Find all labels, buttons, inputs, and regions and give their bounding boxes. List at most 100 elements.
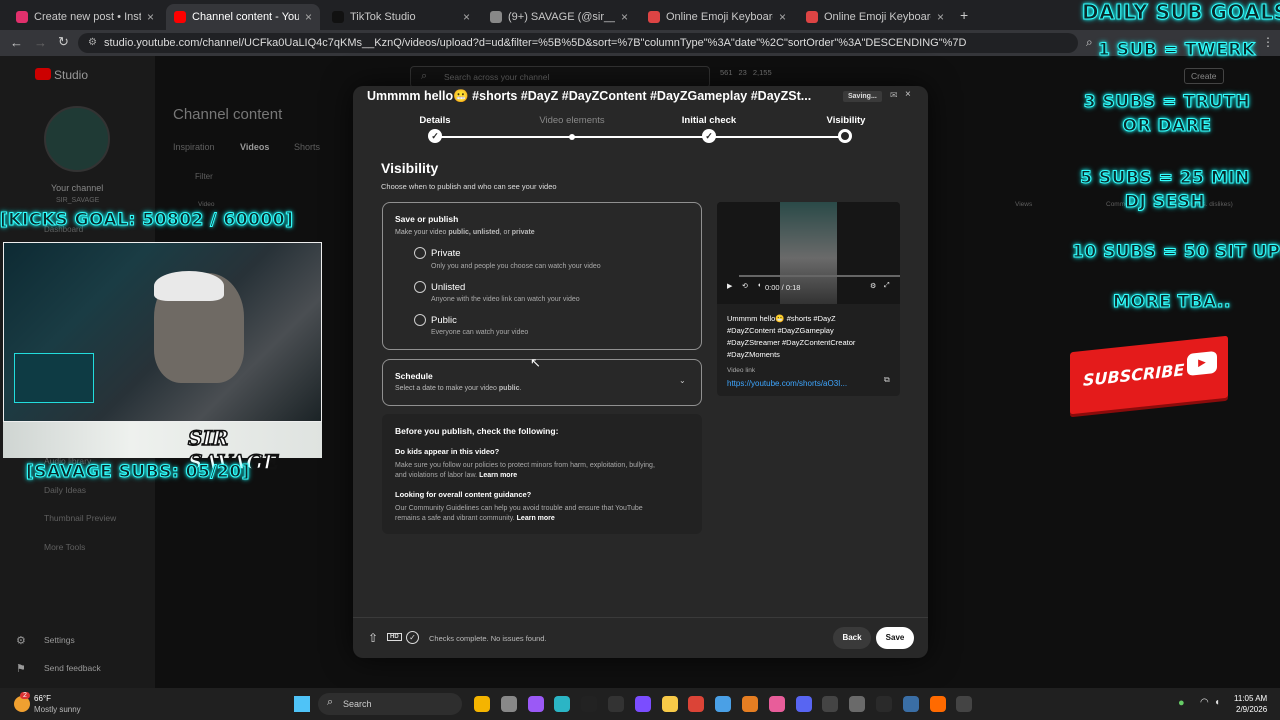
sidebar-item-settings[interactable]: Settings [44,635,75,645]
unlisted-radio[interactable] [414,281,426,293]
settings-icon[interactable]: ⚙ [870,282,876,290]
browser-tab[interactable]: Online Emoji Keyboard: Cop× [640,4,794,30]
upload-icon: ⇧ [368,631,379,645]
clock-date[interactable]: 2/9/2026 [1236,705,1267,714]
app-icon[interactable] [581,696,598,712]
close-tab-icon[interactable]: × [615,10,628,24]
tab-videos[interactable]: Videos [240,142,269,152]
unlisted-desc: Anyone with the video link can watch you… [431,296,580,303]
save-publish-desc: Make your video public, unlisted, or pri… [395,229,535,236]
wifi-icon[interactable]: ◠ [1200,697,1209,708]
clock-time[interactable]: 11:05 AM [1234,694,1267,703]
channel-search-input[interactable]: ⌕ Search across your channel [410,66,710,88]
volume-icon[interactable]: ◖ [1214,697,1220,708]
app-icon[interactable] [554,696,571,712]
section-subheading: Choose when to publish and who can see y… [381,182,557,191]
schedule-title: Schedule [395,371,433,381]
check-icon: ✓ [702,129,716,143]
save-button[interactable]: Save [876,627,914,649]
learn-more-link[interactable]: Learn more [517,515,555,522]
app-icon[interactable] [768,696,785,712]
step-video-elements[interactable]: Video elements [522,115,622,126]
learn-more-link[interactable]: Learn more [479,472,517,479]
browser-tab[interactable]: Online Emoji Keyboard: Cop× [798,4,952,30]
back-button[interactable]: Back [833,627,871,649]
soundcloud-icon[interactable] [742,696,758,712]
schedule-desc: Select a date to make your video public. [395,385,521,392]
channel-avatar[interactable] [44,106,110,172]
copy-icon[interactable]: ⧉ [884,375,890,385]
new-tab-button[interactable]: + [960,7,968,23]
public-radio[interactable] [414,314,426,326]
chrome-icon[interactable] [688,696,705,712]
menu-icon[interactable]: ⋮ [1262,35,1274,49]
feedback-icon[interactable]: ✉ [890,90,898,101]
goal-item: 1 SUB = TWERK [1098,40,1256,61]
copilot-icon[interactable] [527,696,544,712]
private-label[interactable]: Private [431,248,461,259]
site-info-icon[interactable]: ⚙ [88,37,97,48]
sidebar-item-send-feedback[interactable]: Send feedback [44,663,101,673]
close-tab-icon[interactable]: × [931,10,944,24]
weather-desc: Mostly sunny [34,705,81,714]
fullscreen-icon[interactable]: ⤢ [884,282,890,290]
unlisted-label[interactable]: Unlisted [431,282,465,293]
discord-icon[interactable] [795,696,812,712]
play-icon[interactable]: ▶ [727,282,732,290]
close-icon[interactable]: × [905,89,911,100]
schedule-card[interactable]: Schedule Select a date to make your vide… [382,359,702,406]
desc-text: . [519,385,522,392]
studio-logo[interactable]: Studio [54,68,88,82]
close-tab-icon[interactable]: × [299,10,312,24]
progress-track[interactable] [739,275,900,277]
browser-tab[interactable]: Channel content - YouTube Stu× [166,4,320,30]
capcut-icon[interactable] [822,696,839,712]
mic-icon[interactable]: ● [1178,697,1185,709]
app-icon[interactable] [634,696,651,712]
tab-inspiration[interactable]: Inspiration [173,142,215,152]
browser-tab[interactable]: (9+) SAVAGE (@sir__savage_) •× [482,4,636,30]
search-placeholder: Search across your channel [444,72,550,82]
app-icon[interactable] [849,696,866,712]
tab-favicon-icon [806,11,818,23]
taskbar-search[interactable]: ⌕ Search [318,693,462,715]
app-icon[interactable] [876,696,892,712]
create-button[interactable]: Create [1184,68,1224,84]
private-radio[interactable] [414,247,426,259]
sidebar-item-more-tools[interactable]: More Tools [44,542,85,552]
step-details[interactable]: Details [385,115,485,126]
forward-arrow-icon[interactable]: → [34,35,47,50]
close-tab-icon[interactable]: × [773,10,786,24]
close-tab-icon[interactable]: × [141,10,154,24]
capcut-icon[interactable] [956,696,973,712]
sidebar-item-daily-ideas[interactable]: Daily Ideas [44,485,86,495]
video-link[interactable]: https://youtube.com/shorts/aO3I... [727,379,872,388]
browser-tab[interactable]: Create new post • Instagram× [8,4,162,30]
file-explorer-icon[interactable] [474,696,490,712]
reload-icon[interactable]: ↻ [58,34,69,50]
filter-input[interactable]: Filter [195,172,213,181]
chevron-down-icon: ⌄ [679,376,686,385]
zoom-icon[interactable]: ⌕ [1086,35,1093,50]
tab-shorts[interactable]: Shorts [294,142,320,152]
app-icon[interactable] [929,696,946,712]
step-visibility[interactable]: Visibility [796,115,896,126]
video-player[interactable]: ▶ ⟲ ◖ 0:00 / 0:18 ⚙ ⤢ [717,202,900,304]
page-title: Channel content [173,106,283,123]
url-bar[interactable]: studio.youtube.com/channel/UCFka0UaLIQ4c… [78,33,1078,53]
steam-icon[interactable] [902,696,919,712]
windows-start-icon[interactable] [294,696,310,712]
back-arrow-icon[interactable]: ← [10,35,23,50]
app-icon[interactable] [715,696,732,712]
sidebar-item-thumbnail-preview[interactable]: Thumbnail Preview [44,513,116,523]
close-tab-icon[interactable]: × [457,10,470,24]
replay-icon[interactable]: ⟲ [742,282,748,290]
app-icon[interactable] [608,696,624,712]
public-label[interactable]: Public [431,315,457,326]
volume-icon[interactable]: ◖ [757,282,761,289]
folder-icon[interactable] [661,696,678,712]
app-icon[interactable] [500,696,517,712]
browser-tab[interactable]: TikTok Studio × [324,4,478,30]
save-publish-title: Save or publish [395,214,459,224]
step-initial-check[interactable]: Initial check [659,115,759,126]
